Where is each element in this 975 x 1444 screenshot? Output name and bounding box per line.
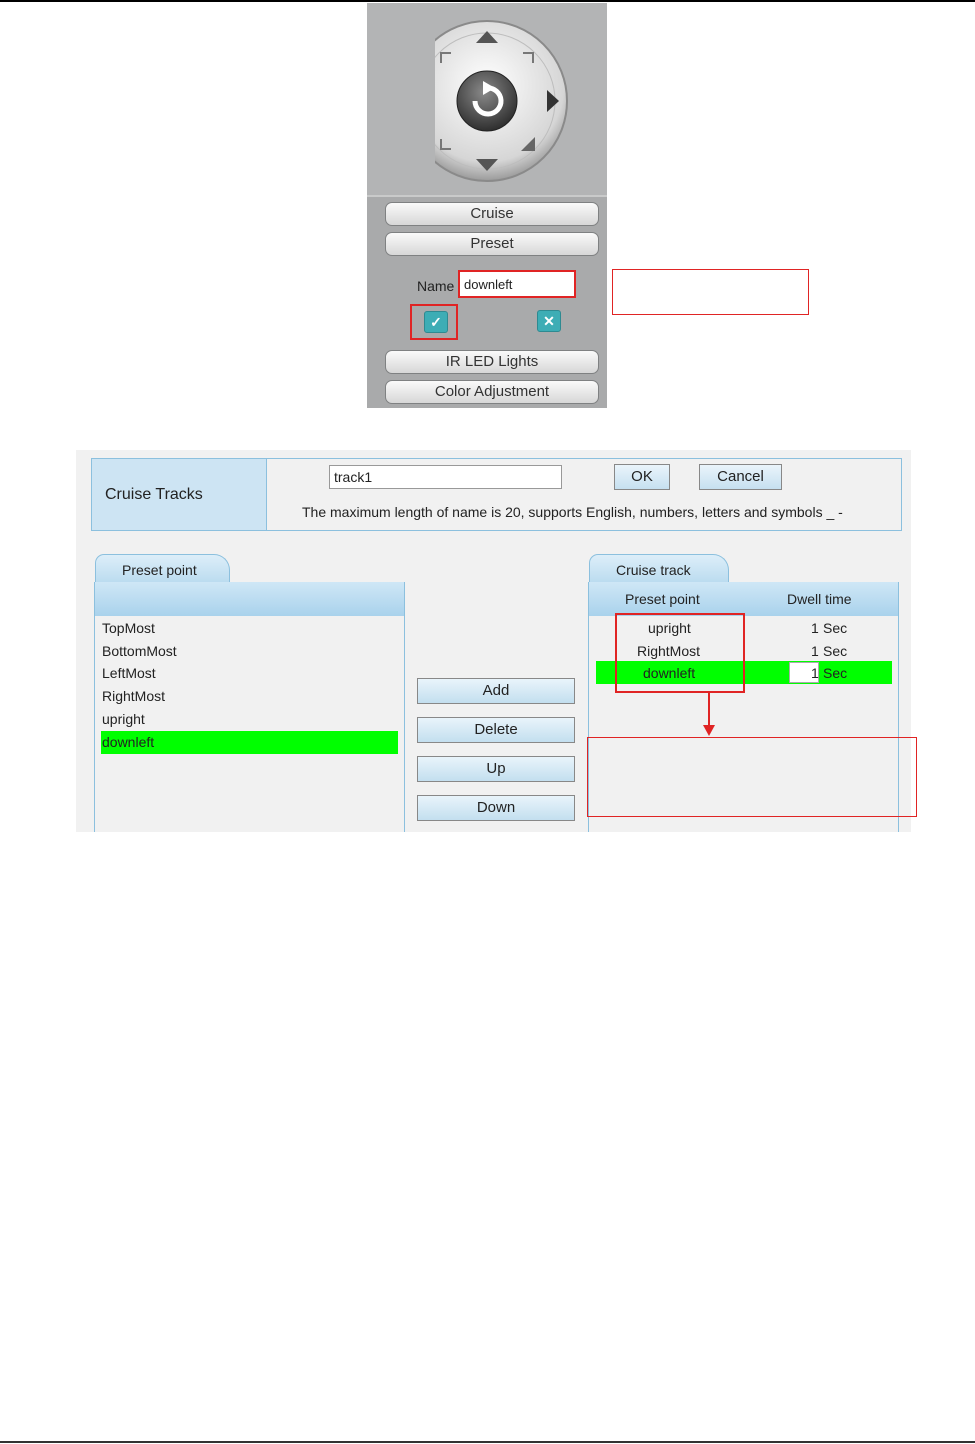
track-row-unit: Sec [823, 643, 848, 659]
list-item[interactable]: LeftMost [102, 665, 156, 681]
name-label: Name [417, 278, 455, 294]
tab-cruise-track[interactable]: Cruise track [589, 554, 729, 584]
list-item[interactable]: upright [102, 711, 145, 727]
confirm-check-icon[interactable]: ✓ [424, 311, 448, 333]
track-row-dwell[interactable]: 1 [811, 643, 819, 659]
col-header-preset-point: Preset point [625, 591, 700, 607]
annotation-callout-box [587, 737, 917, 817]
color-adjustment-button[interactable]: Color Adjustment [385, 380, 599, 404]
track-row-unit: Sec [823, 620, 848, 636]
cruise-track-header: Preset point Dwell time [589, 582, 898, 616]
top-rule [0, 0, 975, 2]
rotate-reset-icon[interactable] [456, 70, 518, 132]
bottom-rule [0, 1441, 975, 1443]
cruise-tracks-label: Cruise Tracks [105, 486, 203, 503]
cruise-tracks-header: Cruise Tracks track1 OK Cancel The maxim… [91, 458, 902, 531]
tab-preset-point[interactable]: Preset point [95, 554, 230, 584]
preset-point-panel: TopMost BottomMost LeftMost RightMost up… [94, 582, 405, 832]
track-presets-highlight-box [615, 613, 745, 693]
annotation-arrow [703, 692, 715, 736]
cruise-tracks-label-cell: Cruise Tracks [92, 459, 267, 530]
list-item[interactable]: BottomMost [102, 643, 177, 659]
col-header-dwell-time: Dwell time [787, 591, 852, 607]
preset-button[interactable]: Preset [385, 232, 599, 256]
preset-panel-header [95, 582, 404, 616]
up-button[interactable]: Up [417, 756, 575, 782]
list-item[interactable]: TopMost [102, 620, 155, 636]
direction-wheel [435, 20, 568, 182]
track-row-dwell[interactable]: 1 [811, 665, 819, 681]
cruise-button[interactable]: Cruise [385, 202, 599, 226]
cancel-button[interactable]: Cancel [699, 464, 782, 490]
annotation-callout-box [612, 269, 809, 315]
list-item-selected[interactable]: downleft [102, 734, 154, 750]
ir-led-lights-button[interactable]: IR LED Lights [385, 350, 599, 374]
track-name-input[interactable]: track1 [329, 465, 562, 489]
track-row-unit: Sec [823, 665, 848, 681]
ok-button[interactable]: OK [614, 464, 670, 490]
name-length-hint: The maximum length of name is 20, suppor… [302, 504, 843, 520]
ptz-separator [367, 195, 607, 197]
ptz-control-panel: Cruise Preset Name downleft ✓ ✕ IR LED L… [367, 3, 607, 408]
list-item[interactable]: RightMost [102, 688, 165, 704]
preset-name-input[interactable]: downleft [458, 270, 576, 298]
add-button[interactable]: Add [417, 678, 575, 704]
delete-button[interactable]: Delete [417, 717, 575, 743]
track-row-dwell[interactable]: 1 [811, 620, 819, 636]
down-button[interactable]: Down [417, 795, 575, 821]
cancel-x-icon[interactable]: ✕ [537, 310, 561, 332]
